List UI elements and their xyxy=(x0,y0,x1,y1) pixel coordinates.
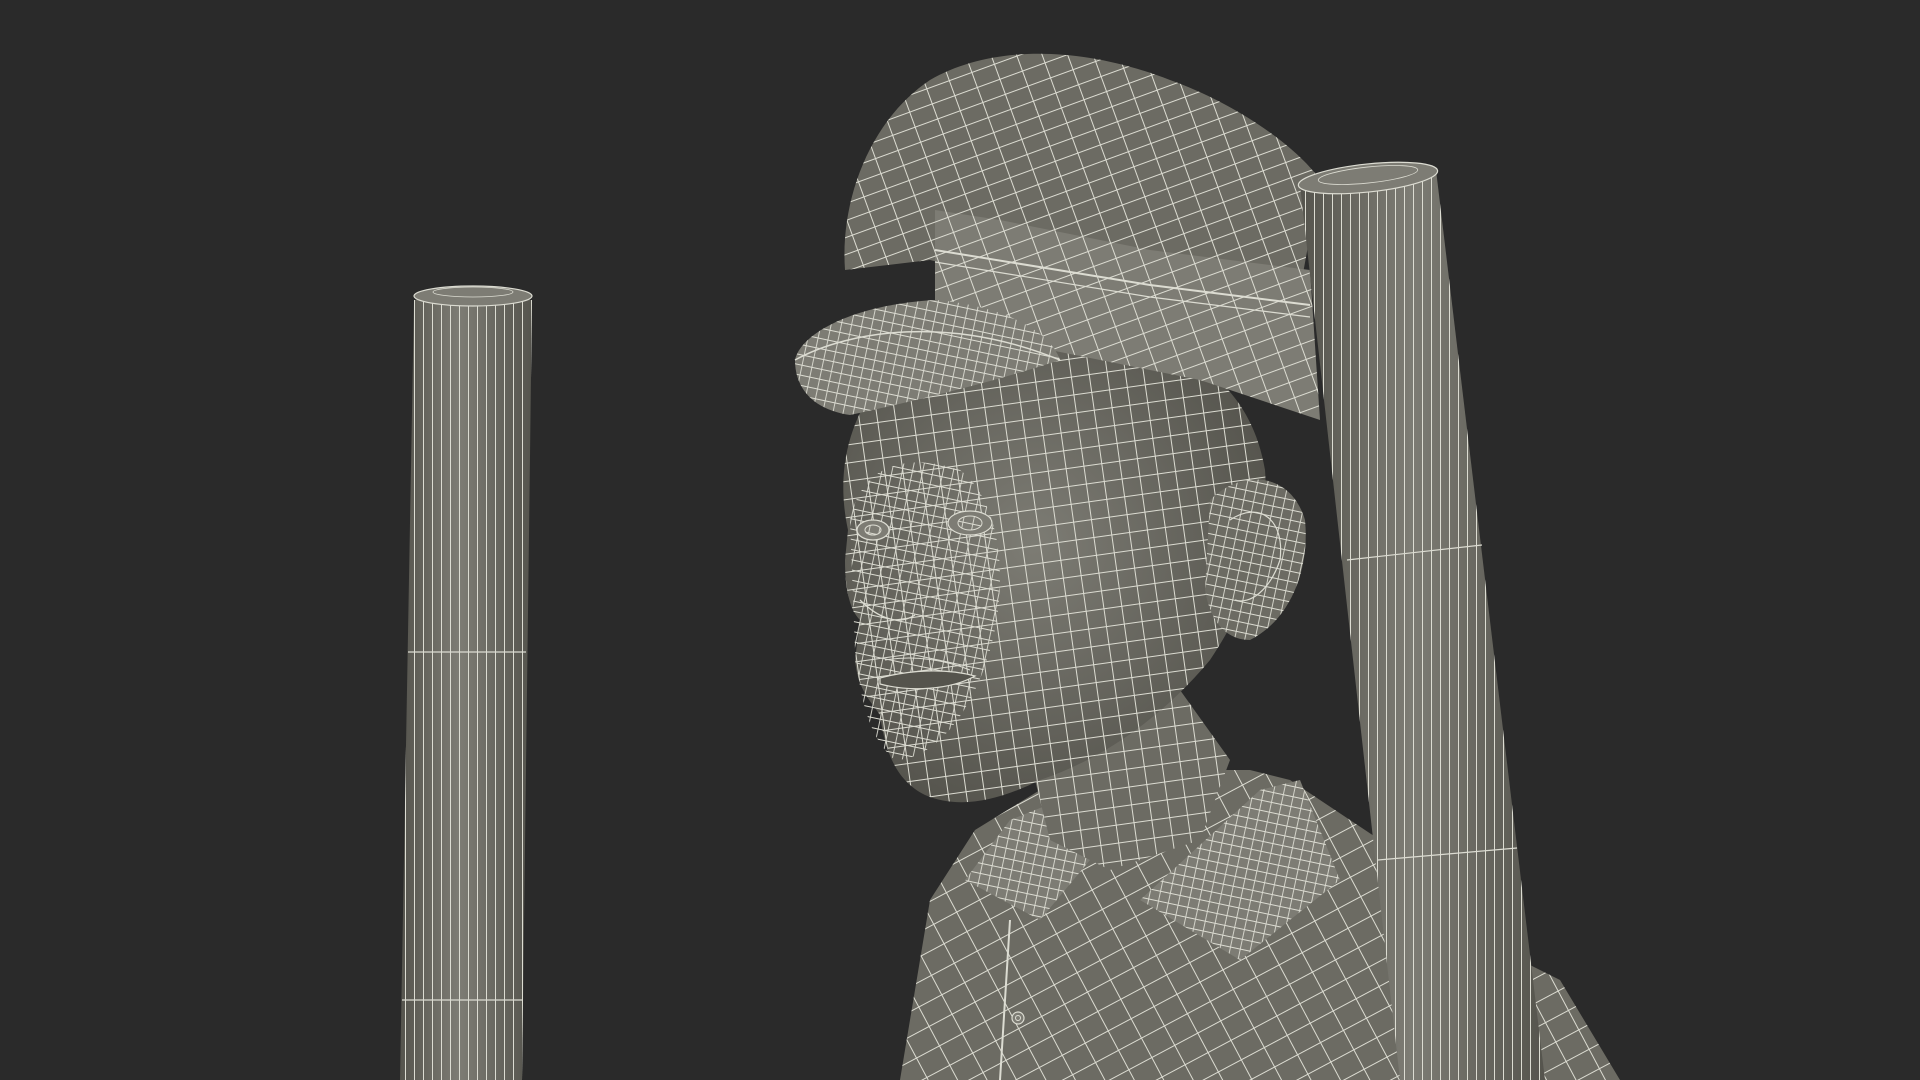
wireframe-render-viewport xyxy=(0,0,1920,1080)
left-pole-mesh xyxy=(400,285,533,1080)
